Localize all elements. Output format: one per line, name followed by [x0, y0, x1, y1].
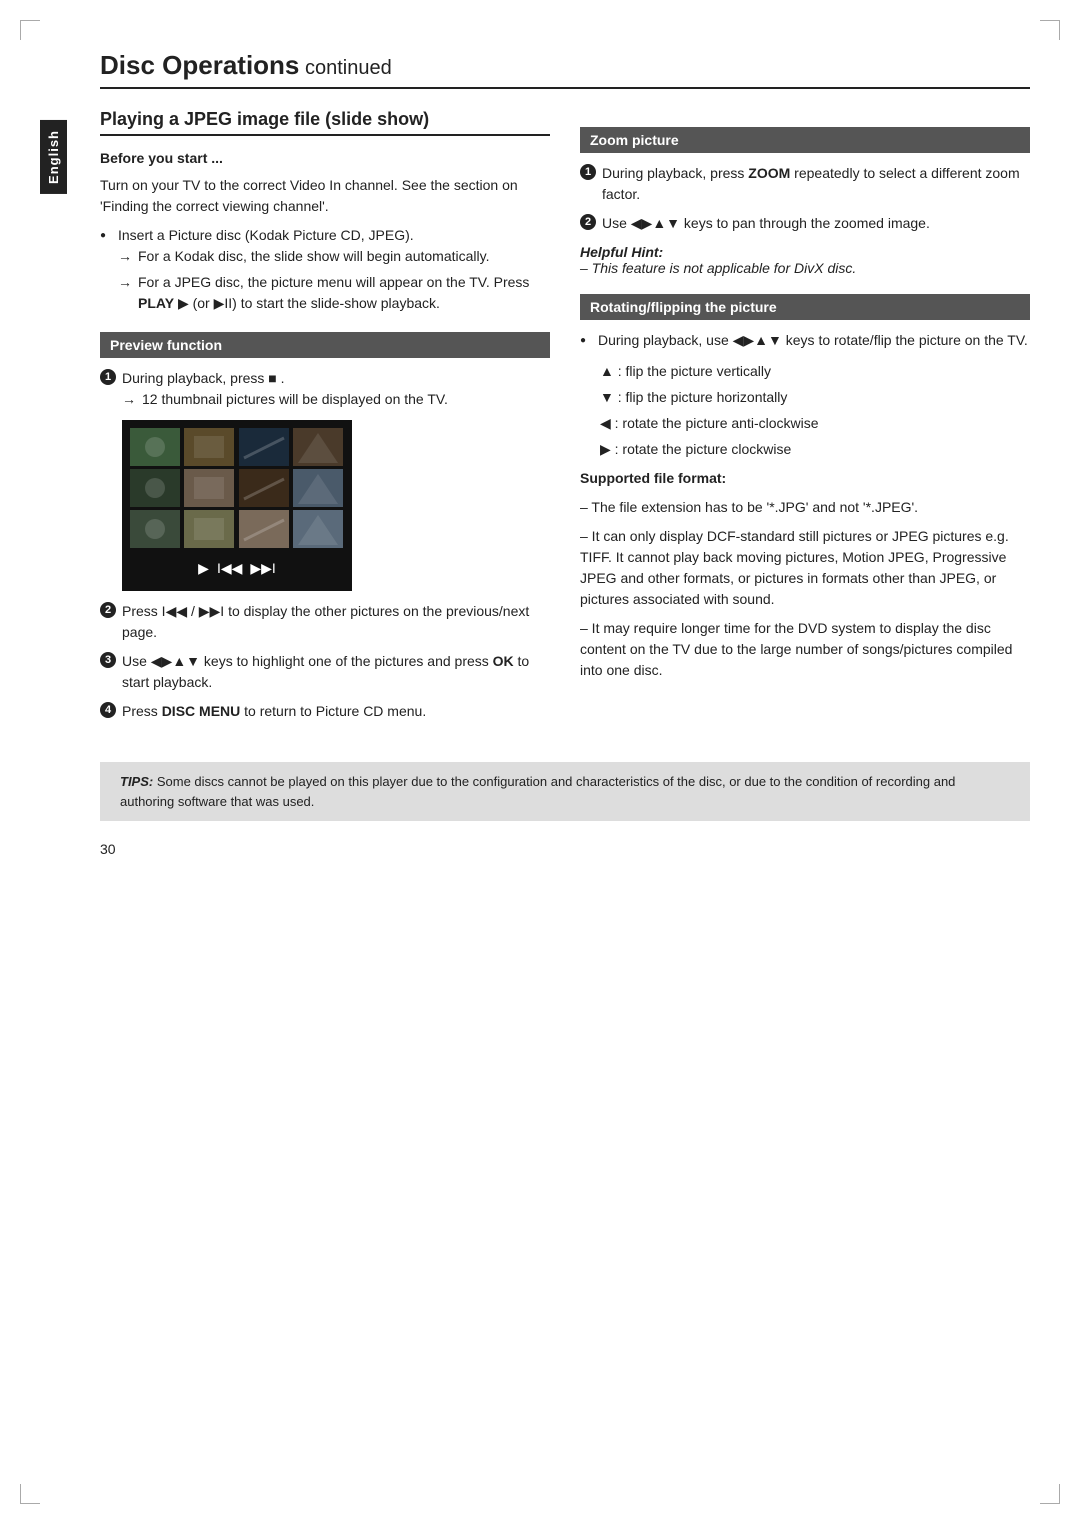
- preview-step-1: 1 During playback, press ■ . 12 thumbnai…: [100, 368, 550, 591]
- left-column: Playing a JPEG image file (slide show) B…: [100, 109, 550, 732]
- section-heading: Playing a JPEG image file (slide show): [100, 109, 550, 136]
- sym-item-1: ▲ : flip the picture vertically: [580, 361, 1030, 382]
- thumbnail-grid-container: ▶ I◀◀ ▶▶I: [122, 420, 352, 591]
- zoom-picture-box: Zoom picture: [580, 127, 1030, 153]
- step-number: 2: [580, 214, 596, 230]
- zoom-bold: ZOOM: [748, 165, 790, 181]
- rotate-box: Rotating/flipping the picture: [580, 294, 1030, 320]
- language-tab: English: [40, 120, 67, 194]
- helpful-hint: Helpful Hint: – This feature is not appl…: [580, 244, 1030, 276]
- tips-label: TIPS:: [120, 774, 153, 789]
- preview-step-4: 4 Press DISC MENU to return to Picture C…: [100, 701, 550, 722]
- arrow2-bold: PLAY: [138, 295, 174, 311]
- step-number: 4: [100, 702, 116, 718]
- page-title: Disc Operations continued: [100, 50, 1030, 89]
- corner-mark-br: [1040, 1484, 1060, 1504]
- zoom-step1-text: During playback, press: [602, 165, 748, 181]
- hint-title: Helpful Hint:: [580, 244, 1030, 260]
- thumbnail-cell: [184, 469, 234, 507]
- step3-text: Use ◀▶▲▼ keys to highlight one of the pi…: [122, 653, 493, 669]
- step2-text: Press I◀◀ / ▶▶I to display the other pic…: [122, 603, 529, 640]
- thumbnail-cell: [130, 469, 180, 507]
- zoom-steps: 1 During playback, press ZOOM repeatedly…: [580, 163, 1030, 234]
- thumbnail-grid: [130, 428, 344, 548]
- step4-text: Press: [122, 703, 162, 719]
- preview-steps: 1 During playback, press ■ . 12 thumbnai…: [100, 368, 550, 722]
- step4-cont: to return to Picture CD menu.: [240, 703, 426, 719]
- corner-mark-tr: [1040, 20, 1060, 40]
- sym-item-4: ▶ : rotate the picture clockwise: [580, 439, 1030, 460]
- preview-step-2: 2 Press I◀◀ / ▶▶I to display the other p…: [100, 601, 550, 643]
- corner-mark-bl: [20, 1484, 40, 1504]
- page-wrapper: English Disc Operations continued Playin…: [0, 0, 1080, 1524]
- thumbnail-cell: [293, 510, 343, 548]
- prev-button[interactable]: I◀◀: [217, 558, 242, 579]
- rotate-bullet-list: During playback, use ◀▶▲▼ keys to rotate…: [580, 330, 1030, 351]
- supported-format: Supported file format: – The file extens…: [580, 468, 1030, 681]
- bullet-text: Insert a Picture disc (Kodak Picture CD,…: [118, 227, 414, 243]
- step1-arrow: 12 thumbnail pictures will be displayed …: [122, 389, 550, 410]
- page-number: 30: [100, 841, 1030, 857]
- step3-bold: OK: [493, 653, 514, 669]
- rotate-bullet-item: During playback, use ◀▶▲▼ keys to rotate…: [580, 330, 1030, 351]
- thumbnail-cell: [239, 469, 289, 507]
- arrow-item-2: For a JPEG disc, the picture menu will a…: [118, 272, 550, 314]
- corner-mark-tl: [20, 20, 40, 40]
- preview-function-box: Preview function: [100, 332, 550, 358]
- zoom-step2-text: Use ◀▶▲▼ keys to pan through the zoomed …: [602, 215, 930, 231]
- two-column-layout: Playing a JPEG image file (slide show) B…: [100, 109, 1030, 732]
- symbol-list: ▲ : flip the picture vertically ▼ : flip…: [580, 361, 1030, 460]
- step-number: 1: [580, 164, 596, 180]
- arrow-item-1: For a Kodak disc, the slide show will be…: [118, 246, 550, 267]
- step-number: 2: [100, 602, 116, 618]
- before-start-text: Turn on your TV to the correct Video In …: [100, 175, 550, 217]
- supported-p3: – It may require longer time for the DVD…: [580, 618, 1030, 681]
- arrow2-text: For a JPEG disc, the picture menu will a…: [138, 274, 529, 290]
- list-item: Insert a Picture disc (Kodak Picture CD,…: [100, 225, 550, 314]
- supported-p1: – The file extension has to be '*.JPG' a…: [580, 497, 1030, 518]
- thumbnail-cell: [293, 469, 343, 507]
- thumbnail-cell: [184, 428, 234, 466]
- bullet-list: Insert a Picture disc (Kodak Picture CD,…: [100, 225, 550, 314]
- zoom-step-2: 2 Use ◀▶▲▼ keys to pan through the zoome…: [580, 213, 1030, 234]
- tips-text: Some discs cannot be played on this play…: [120, 774, 955, 809]
- right-column: Zoom picture 1 During playback, press ZO…: [580, 109, 1030, 732]
- step-number: 3: [100, 652, 116, 668]
- before-start-label: Before you start ...: [100, 148, 550, 169]
- supported-p2: – It can only display DCF-standard still…: [580, 526, 1030, 610]
- hint-body: – This feature is not applicable for Div…: [580, 260, 1030, 276]
- sym-item-2: ▼ : flip the picture horizontally: [580, 387, 1030, 408]
- arrow2-cont: ▶ (or ▶II) to start the slide-show playb…: [174, 295, 440, 311]
- step4-bold: DISC MENU: [162, 703, 241, 719]
- thumbnail-cell: [293, 428, 343, 466]
- play-button[interactable]: ▶: [198, 558, 209, 579]
- step-number: 1: [100, 369, 116, 385]
- supported-label: Supported file format:: [580, 470, 726, 486]
- thumbnail-cell: [184, 510, 234, 548]
- thumbnail-cell: [130, 510, 180, 548]
- preview-step-3: 3 Use ◀▶▲▼ keys to highlight one of the …: [100, 651, 550, 693]
- thumbnail-cell: [130, 428, 180, 466]
- thumb-controls: ▶ I◀◀ ▶▶I: [130, 554, 344, 583]
- tips-bar: TIPS: Some discs cannot be played on thi…: [100, 762, 1030, 821]
- page-title-text: Disc Operations: [100, 50, 299, 80]
- page-title-continued: continued: [299, 57, 391, 79]
- next-button[interactable]: ▶▶I: [250, 558, 275, 579]
- zoom-step-1: 1 During playback, press ZOOM repeatedly…: [580, 163, 1030, 205]
- main-content: Disc Operations continued Playing a JPEG…: [100, 40, 1030, 857]
- sym-item-3: ◀ : rotate the picture anti-clockwise: [580, 413, 1030, 434]
- thumbnail-cell: [239, 428, 289, 466]
- thumbnail-cell: [239, 510, 289, 548]
- step1-text: During playback, press ■ .: [122, 370, 285, 386]
